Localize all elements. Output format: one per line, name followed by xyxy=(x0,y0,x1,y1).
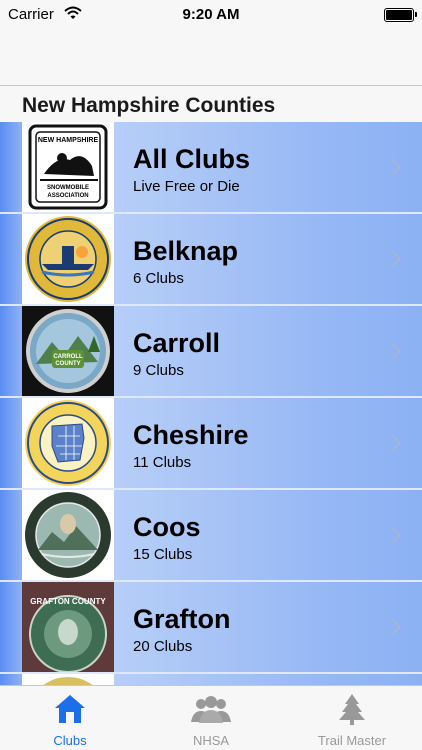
belknap-county-seal-icon xyxy=(22,214,114,304)
svg-text:CARROLL: CARROLL xyxy=(53,354,83,360)
cheshire-county-seal-icon xyxy=(22,398,114,488)
svg-text:ASSOCIATION: ASSOCIATION xyxy=(47,193,88,199)
county-row-carroll[interactable]: CARROLL COUNTY Carroll 9 Clubs xyxy=(0,306,422,398)
county-row-grafton[interactable]: GRAFTON COUNTY Grafton 20 Clubs xyxy=(0,582,422,674)
county-row-belknap[interactable]: Belknap 6 Clubs xyxy=(0,214,422,306)
county-subtitle: Live Free or Die xyxy=(133,178,240,195)
status-bar: Carrier 9:20 AM xyxy=(0,0,422,30)
svg-text:GRAFTON COUNTY: GRAFTON COUNTY xyxy=(30,597,106,606)
chevron-right-icon xyxy=(391,434,402,452)
svg-text:COUNTY: COUNTY xyxy=(55,361,80,367)
tab-bar: Clubs NHSA Trail Master xyxy=(0,685,422,750)
county-seal-icon xyxy=(22,674,114,685)
svg-text:SNOWMOBILE: SNOWMOBILE xyxy=(47,185,89,191)
tab-label: Clubs xyxy=(53,733,87,748)
county-subtitle: 20 Clubs xyxy=(133,638,193,655)
county-name: Belknap xyxy=(133,236,239,266)
tab-nhsa[interactable]: NHSA xyxy=(141,686,281,750)
county-row-partial[interactable] xyxy=(0,674,422,685)
status-time: 9:20 AM xyxy=(182,6,240,23)
home-icon xyxy=(55,695,85,723)
people-icon xyxy=(191,696,231,723)
county-row-all-clubs[interactable]: NEW HAMPSHIRE SNOWMOBILE ASSOCIATION All… xyxy=(0,122,422,214)
section-title: New Hampshire Counties xyxy=(22,94,276,117)
chevron-right-icon xyxy=(391,526,402,544)
tree-icon xyxy=(339,694,365,725)
county-subtitle: 9 Clubs xyxy=(133,362,184,379)
chevron-right-icon xyxy=(391,158,402,176)
county-name: Carroll xyxy=(133,328,221,358)
tab-label: NHSA xyxy=(192,733,230,748)
battery-icon xyxy=(384,8,417,22)
grafton-county-seal-icon: GRAFTON COUNTY xyxy=(22,582,114,672)
county-subtitle: 6 Clubs xyxy=(133,270,184,287)
county-row-coos[interactable]: Coos 15 Clubs xyxy=(0,490,422,582)
tab-clubs[interactable]: Clubs xyxy=(0,686,140,750)
county-name: Cheshire xyxy=(133,420,249,450)
county-subtitle: 11 Clubs xyxy=(133,454,192,471)
snowmobile-association-logo-icon: NEW HAMPSHIRE SNOWMOBILE ASSOCIATION xyxy=(22,122,114,212)
county-subtitle: 15 Clubs xyxy=(133,546,193,563)
chevron-right-icon xyxy=(391,618,402,636)
svg-text:NEW HAMPSHIRE: NEW HAMPSHIRE xyxy=(38,137,99,144)
chevron-right-icon xyxy=(391,342,402,360)
navigation-bar xyxy=(0,30,422,86)
section-header: New Hampshire Counties xyxy=(0,86,422,122)
county-name: Grafton xyxy=(133,604,231,634)
carroll-county-seal-icon: CARROLL COUNTY xyxy=(22,306,114,396)
tab-trail-master[interactable]: Trail Master xyxy=(282,686,422,750)
tab-label: Trail Master xyxy=(317,733,387,748)
county-name: Coos xyxy=(133,512,201,542)
county-name: All Clubs xyxy=(133,144,251,174)
chevron-right-icon xyxy=(391,250,402,268)
county-list[interactable]: NEW HAMPSHIRE SNOWMOBILE ASSOCIATION All… xyxy=(0,122,422,685)
coos-county-seal-icon xyxy=(22,490,114,580)
county-row-cheshire[interactable]: Cheshire 11 Clubs xyxy=(0,398,422,490)
